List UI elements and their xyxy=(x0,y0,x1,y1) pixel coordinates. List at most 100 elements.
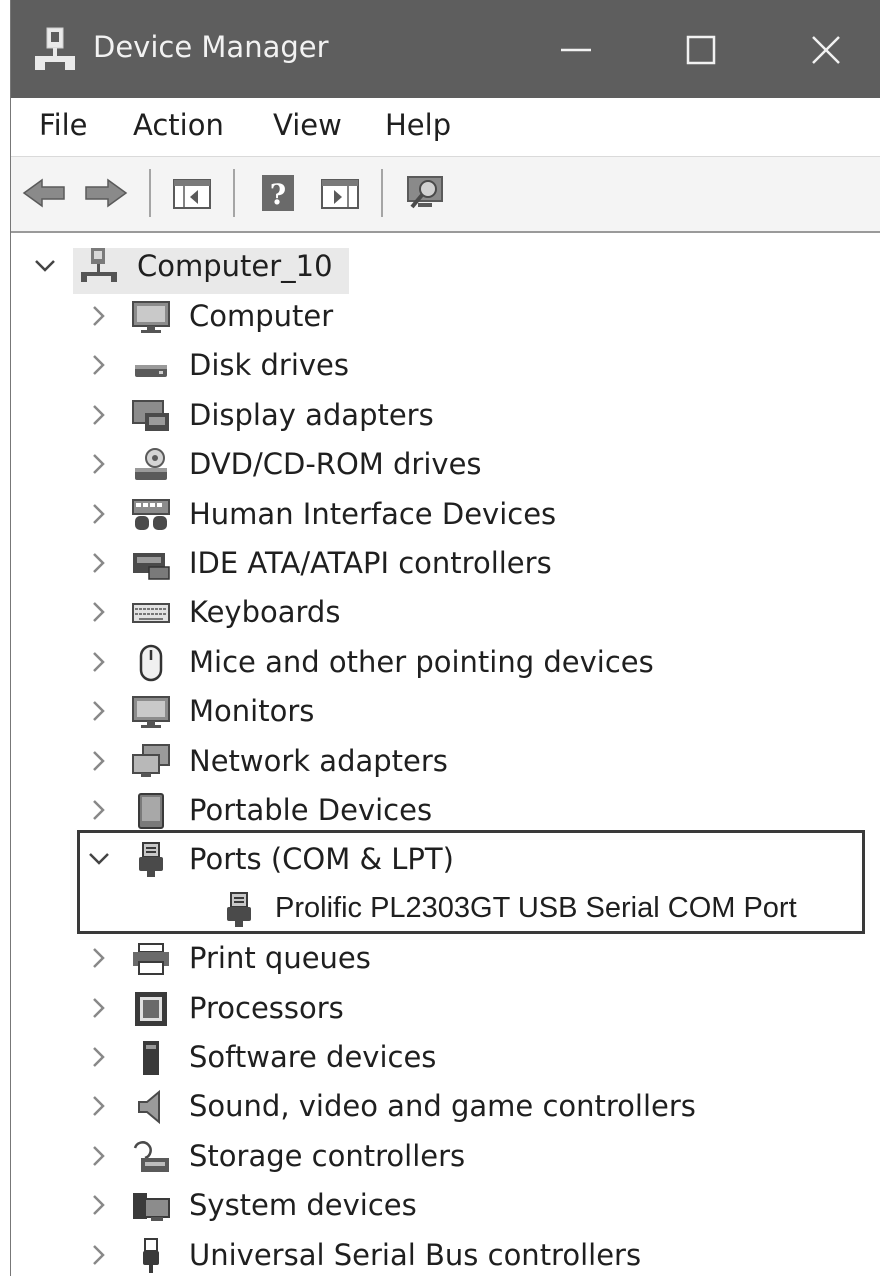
tree-item-processors[interactable]: Processors xyxy=(11,986,871,1030)
menu-action[interactable]: Action xyxy=(133,108,224,142)
chevron-right-icon[interactable] xyxy=(85,944,113,972)
chevron-right-icon[interactable] xyxy=(85,1092,113,1120)
tree-item-universal-serial-bus-controllers[interactable]: Universal Serial Bus controllers xyxy=(11,1233,871,1277)
tree-item-ide-ata-atapi-controllers[interactable]: IDE ATA/ATAPI controllers xyxy=(11,541,871,585)
minimize-button[interactable] xyxy=(531,20,621,80)
chevron-right-icon[interactable] xyxy=(85,994,113,1022)
tree-item-network-adapters[interactable]: Network adapters xyxy=(11,739,871,783)
tree-item-portable-devices[interactable]: Portable Devices xyxy=(11,788,871,832)
chevron-right-icon[interactable] xyxy=(85,648,113,676)
tree-item-print-queues[interactable]: Print queues xyxy=(11,936,871,980)
monitor-icon xyxy=(132,301,170,333)
monitor-icon xyxy=(132,696,170,729)
chevron-right-icon[interactable] xyxy=(85,401,113,429)
forward-arrow-icon xyxy=(85,178,128,208)
tree-item-label: Portable Devices xyxy=(189,793,433,827)
chevron-right-icon[interactable] xyxy=(85,1241,113,1269)
tree-item-system-devices[interactable]: System devices xyxy=(11,1183,871,1227)
ports-highlight-frame xyxy=(77,830,865,934)
hid-icon xyxy=(132,498,170,530)
chevron-right-icon[interactable] xyxy=(85,1191,113,1219)
menu-bar: File Action View Help xyxy=(11,98,880,157)
tree-root-computer[interactable]: Computer_10 xyxy=(11,244,871,294)
dvd-drive-icon xyxy=(135,448,167,481)
processor-icon xyxy=(135,991,167,1026)
printer-icon xyxy=(133,943,169,976)
show-hide-action-pane-button[interactable] xyxy=(317,169,363,217)
chevron-right-icon[interactable] xyxy=(85,697,113,725)
toolbar-separator xyxy=(233,169,235,217)
tree-item-label: Computer xyxy=(189,299,334,333)
tree-item-label: Human Interface Devices xyxy=(189,496,557,531)
device-manager-window: Device Manager File Action View Help ? C… xyxy=(10,0,880,1276)
tree-item-label: Mice and other pointing devices xyxy=(189,644,654,679)
tree-root-label: Computer_10 xyxy=(137,249,333,283)
tree-item-label: Software devices xyxy=(189,1040,437,1074)
tree-item-sound-video-and-game-controllers[interactable]: Sound, video and game controllers xyxy=(11,1084,871,1128)
device-manager-icon xyxy=(35,27,75,70)
tree-item-label: Keyboards xyxy=(189,595,341,630)
tree-item-label: DVD/CD-ROM drives xyxy=(189,447,482,482)
back-arrow-icon xyxy=(22,178,65,208)
tree-item-label: Processors xyxy=(189,990,344,1025)
tree-item-label: IDE ATA/ATAPI controllers xyxy=(189,546,552,580)
chevron-right-icon[interactable] xyxy=(85,450,113,478)
tree-item-disk-drives[interactable]: Disk drives xyxy=(11,343,871,387)
tree-item-label: Disk drives xyxy=(189,348,350,383)
computer-network-icon xyxy=(81,248,117,282)
chevron-right-icon[interactable] xyxy=(85,1142,113,1170)
toolbar-separator xyxy=(149,169,151,217)
close-button[interactable] xyxy=(781,20,871,80)
back-button[interactable] xyxy=(21,169,67,217)
menu-view[interactable]: View xyxy=(273,108,342,142)
network-adapter-icon xyxy=(132,743,170,777)
tree-item-mice-and-other-pointing-devices[interactable]: Mice and other pointing devices xyxy=(11,640,871,684)
title-bar[interactable]: Device Manager xyxy=(11,0,880,98)
software-device-icon xyxy=(143,1041,159,1075)
chevron-right-icon[interactable] xyxy=(85,302,113,330)
keyboard-icon xyxy=(132,603,170,624)
system-devices-icon xyxy=(133,1193,170,1222)
tree-item-storage-controllers[interactable]: Storage controllers xyxy=(11,1134,871,1178)
chevron-right-icon[interactable] xyxy=(85,598,113,626)
tree-item-display-adapters[interactable]: Display adapters xyxy=(11,393,871,437)
minimize-icon xyxy=(561,48,591,52)
scan-hardware-changes-button[interactable] xyxy=(403,169,449,217)
tree-item-label: System devices xyxy=(189,1188,417,1223)
tree-item-dvd-cd-rom-drives[interactable]: DVD/CD-ROM drives xyxy=(11,442,871,486)
chevron-right-icon[interactable] xyxy=(85,796,113,824)
tree-item-human-interface-devices[interactable]: Human Interface Devices xyxy=(11,492,871,536)
chevron-right-icon[interactable] xyxy=(85,1043,113,1071)
menu-file[interactable]: File xyxy=(39,108,88,142)
ide-controller-icon xyxy=(133,553,170,580)
forward-button[interactable] xyxy=(83,169,129,217)
help-button[interactable]: ? xyxy=(255,169,301,217)
maximize-button[interactable] xyxy=(656,20,746,80)
speaker-icon xyxy=(138,1090,160,1125)
mouse-icon xyxy=(139,644,163,682)
help-icon: ? xyxy=(262,175,294,211)
chevron-right-icon[interactable] xyxy=(85,351,113,379)
menu-help[interactable]: Help xyxy=(385,108,451,142)
device-tree: Computer_10 Computer Disk drives Display a… xyxy=(11,240,880,1276)
tree-item-monitors[interactable]: Monitors xyxy=(11,689,871,733)
window-title: Device Manager xyxy=(93,30,329,64)
chevron-right-icon[interactable] xyxy=(85,549,113,577)
tree-item-label: Storage controllers xyxy=(189,1138,466,1173)
tree-item-label: Universal Serial Bus controllers xyxy=(189,1237,642,1272)
chevron-down-icon[interactable] xyxy=(31,252,59,280)
show-hide-console-tree-icon xyxy=(173,179,211,209)
tree-item-computer[interactable]: Computer xyxy=(11,294,871,338)
tree-item-keyboards[interactable]: Keyboards xyxy=(11,590,871,634)
chevron-right-icon[interactable] xyxy=(85,747,113,775)
scan-hardware-changes-icon xyxy=(407,176,443,209)
tree-item-software-devices[interactable]: Software devices xyxy=(11,1035,871,1079)
portable-device-icon xyxy=(138,793,164,829)
show-hide-console-tree-button[interactable] xyxy=(169,169,215,217)
svg-text:?: ? xyxy=(270,178,286,211)
toolbar-separator xyxy=(381,169,383,217)
maximize-icon xyxy=(686,35,716,65)
chevron-right-icon[interactable] xyxy=(85,500,113,528)
usb-icon xyxy=(143,1237,159,1273)
tree-item-label: Sound, video and game controllers xyxy=(189,1089,696,1124)
